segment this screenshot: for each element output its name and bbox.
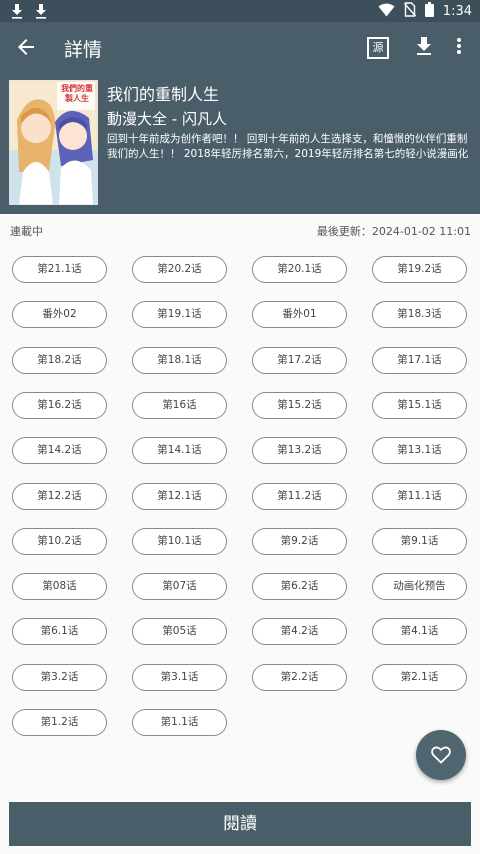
chapter-button[interactable]: 第3.1话 <box>132 663 227 691</box>
chapter-button[interactable]: 第14.1话 <box>132 437 227 465</box>
download-button[interactable] <box>413 35 435 57</box>
more-options-button[interactable] <box>452 35 466 57</box>
chapter-button[interactable]: 第18.1话 <box>132 346 227 374</box>
comic-title: 我们的重制人生 <box>107 85 220 104</box>
no-sim-icon <box>403 2 416 21</box>
chapter-button[interactable]: 第20.2话 <box>132 256 227 283</box>
more-vertical-icon <box>457 38 461 54</box>
chapter-button[interactable]: 第15.1话 <box>372 391 467 419</box>
chapter-button[interactable]: 第11.1话 <box>372 482 467 510</box>
chapter-button[interactable]: 番外01 <box>252 301 347 329</box>
chapter-button[interactable]: 第17.2话 <box>252 346 347 374</box>
chapter-button[interactable]: 第10.1话 <box>132 527 227 555</box>
chapter-button[interactable]: 第14.2话 <box>12 437 107 465</box>
chapter-button[interactable]: 第08话 <box>12 573 107 601</box>
chapter-button[interactable]: 第19.2话 <box>372 256 467 283</box>
chapter-button[interactable]: 第15.2话 <box>252 391 347 419</box>
back-button[interactable] <box>14 35 38 59</box>
chapter-button[interactable]: 第4.1话 <box>372 618 467 646</box>
download-notification-icon <box>34 3 48 23</box>
chapter-button[interactable]: 第9.1话 <box>372 527 467 555</box>
comic-cover[interactable]: 我們的重製人生 <box>9 80 98 205</box>
battery-icon <box>424 2 434 21</box>
read-button[interactable]: 閱讀 <box>9 802 471 846</box>
arrow-left-icon <box>18 39 34 55</box>
chapter-button[interactable]: 第07话 <box>132 573 227 601</box>
chapter-button[interactable]: 第4.2话 <box>252 618 347 646</box>
chapter-button[interactable]: 第20.1话 <box>252 256 347 283</box>
chapter-button[interactable]: 第11.2话 <box>252 482 347 510</box>
cover-title-text: 我們的重製人生 <box>61 84 93 103</box>
chapter-button[interactable]: 第2.1话 <box>372 663 467 691</box>
wifi-icon <box>378 3 395 21</box>
comic-author: 動漫大全 - 闪凡人 <box>107 110 227 128</box>
chapter-button[interactable]: 第16.2话 <box>12 391 107 419</box>
chapter-button[interactable]: 第1.1话 <box>132 709 227 736</box>
chapter-button[interactable]: 第13.1话 <box>372 437 467 465</box>
comic-meta: 連載中 最後更新：2024-01-02 11:01 <box>10 223 471 239</box>
last-update-label: 最後更新：2024-01-02 11:01 <box>316 225 471 238</box>
chapter-button[interactable]: 第12.2话 <box>12 482 107 510</box>
chapter-button[interactable]: 第18.3话 <box>372 301 467 329</box>
comic-header: 我們的重製人生 我们的重制人生 動漫大全 - 闪凡人 回到十年前成为创作者吧！！… <box>0 72 480 214</box>
chapter-button[interactable]: 第6.2话 <box>252 573 347 601</box>
chapter-button[interactable]: 第12.1话 <box>132 482 227 510</box>
download-icon <box>417 37 431 55</box>
chapter-button[interactable]: 第05话 <box>132 618 227 646</box>
download-notification-icon <box>10 3 24 23</box>
heart-icon <box>431 746 451 764</box>
source-button[interactable]: 源 <box>367 37 389 59</box>
chapter-button[interactable]: 第9.2话 <box>252 527 347 555</box>
chapter-button[interactable]: 第1.2话 <box>12 709 107 736</box>
chapter-button[interactable]: 第18.2话 <box>12 346 107 374</box>
chapter-button[interactable]: 动画化预告 <box>372 573 467 601</box>
status-label: 連載中 <box>10 225 43 238</box>
chapter-button[interactable]: 第6.1话 <box>12 618 107 646</box>
chapter-button[interactable]: 第3.2话 <box>12 663 107 691</box>
status-bar: 1:34 <box>0 0 480 22</box>
chapter-button[interactable]: 第16话 <box>132 391 227 419</box>
page-title: 詳情 <box>64 39 103 61</box>
chapter-button[interactable]: 第13.2话 <box>252 437 347 465</box>
chapter-button[interactable]: 第19.1话 <box>132 301 227 329</box>
chapter-button[interactable]: 番外02 <box>12 301 107 329</box>
favorite-button[interactable] <box>416 730 466 780</box>
app-bar: 詳情 源 <box>0 22 480 72</box>
comic-description: 回到十年前成为创作者吧！！ 回到十年前的人生选择支，和憧憬的伙伴们重制我们的人生… <box>107 133 469 160</box>
clock-time: 1:34 <box>442 4 472 19</box>
chapter-button[interactable]: 第17.1话 <box>372 346 467 374</box>
chapter-button[interactable]: 第10.2话 <box>12 527 107 555</box>
chapter-button[interactable]: 第2.2话 <box>252 663 347 691</box>
chapter-button[interactable]: 第21.1话 <box>12 256 107 283</box>
